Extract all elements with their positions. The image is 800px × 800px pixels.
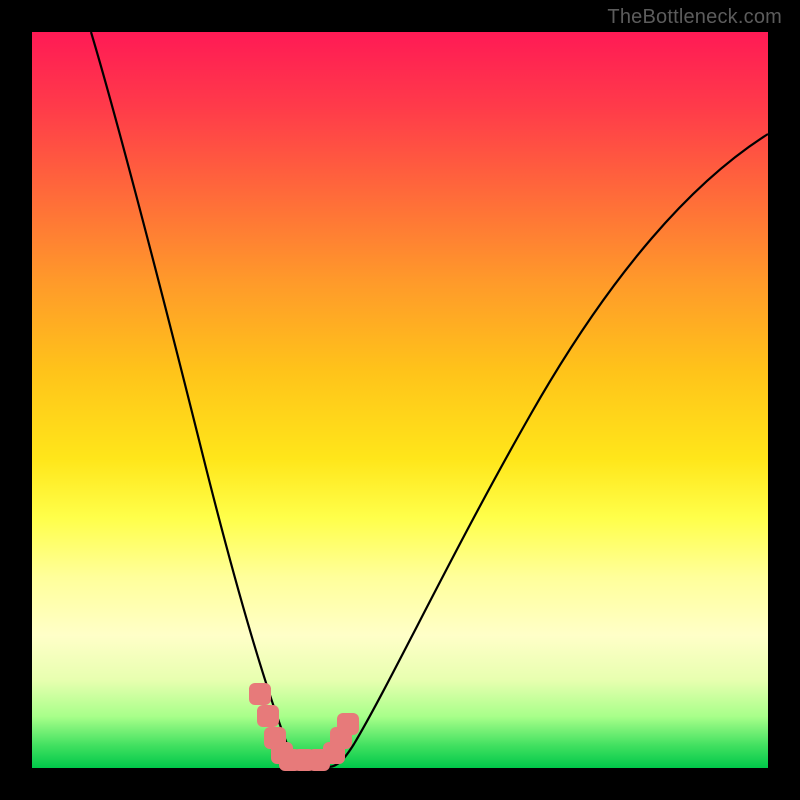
marker-layer [32,32,768,768]
plot-area [32,32,768,768]
data-marker [337,713,359,735]
watermark-text: TheBottleneck.com [607,6,782,29]
data-marker [257,705,279,727]
data-marker [249,683,271,705]
chart-frame: TheBottleneck.com [0,0,800,800]
